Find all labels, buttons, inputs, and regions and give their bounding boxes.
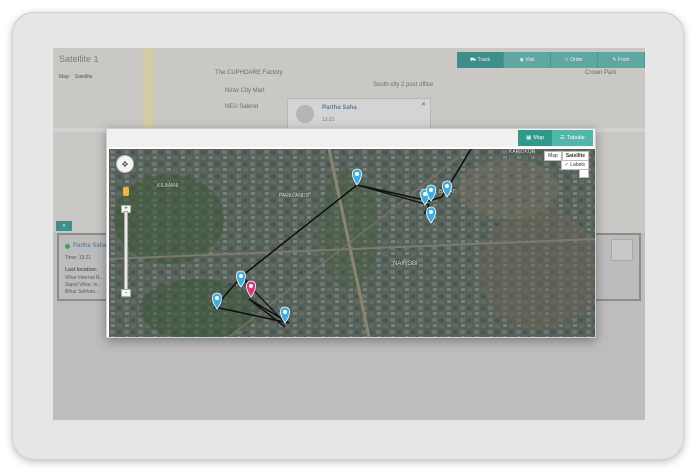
map-type-map-button[interactable]: Map xyxy=(544,151,562,161)
visit-button[interactable]: ◉ Visit xyxy=(504,52,551,68)
time-label: Time: 13:21 xyxy=(65,255,92,261)
address-line: Vihar Internal R... xyxy=(65,275,104,281)
satellite-imagery xyxy=(109,149,595,337)
panel-collapse-tab[interactable]: « xyxy=(56,221,72,231)
map-icon: ▦ xyxy=(526,135,532,141)
zoom-out-button[interactable]: - xyxy=(121,289,131,297)
map-label: Crown Park xyxy=(585,70,617,76)
tab-satellite[interactable]: Satellite xyxy=(75,74,93,80)
order-button[interactable]: ⛌ Order xyxy=(551,52,598,68)
last-location-label: Last location: xyxy=(65,267,98,273)
map-label: KILIMANI xyxy=(157,183,179,189)
street-view-pegman-icon[interactable] xyxy=(123,187,129,196)
avatar xyxy=(611,239,633,261)
bare-land-area xyxy=(459,159,559,219)
employee-name: Partha Saha xyxy=(65,243,106,249)
truck-icon: ⛟ xyxy=(469,56,478,63)
map-label: The CUPHOARE Factory xyxy=(215,70,283,76)
form-button[interactable]: ✎ Form xyxy=(598,52,645,68)
background-map-type-tabs: Map Satellite xyxy=(59,74,93,80)
bare-land-area xyxy=(479,209,595,329)
action-button-bar: ⛟ Track ◉ Visit ⛌ Order ✎ Form xyxy=(457,52,645,68)
map-label: Nirav City Mart xyxy=(225,88,265,94)
popup-time: 13:21 xyxy=(322,117,335,123)
zoom-slider[interactable] xyxy=(124,211,128,291)
map-view-button[interactable]: ▦ Map xyxy=(518,130,553,146)
page-title: Satellite 1 xyxy=(59,54,99,64)
table-icon: ☰ xyxy=(560,135,565,141)
popup-name: Partha Saha xyxy=(322,105,357,111)
address-line: Sapal Vihar, In... xyxy=(65,282,102,288)
route-map-modal: ▦ Map ☰ Tabular KILIMANI KARIOKOR BAHATI… xyxy=(106,128,596,338)
online-status-icon xyxy=(65,243,70,249)
map-label: BAHATI xyxy=(439,189,457,195)
avatar xyxy=(296,105,314,123)
tab-map[interactable]: Map xyxy=(59,74,69,80)
map-info-popup: Partha Saha 13:21 ✕ xyxy=(287,98,431,130)
satellite-map[interactable]: KILIMANI KARIOKOR BAHATI NAIROBI PARKLAN… xyxy=(109,149,595,337)
modal-header: ▦ Map ☰ Tabular xyxy=(107,129,595,147)
green-area xyxy=(319,169,379,289)
track-button[interactable]: ⛟ Track xyxy=(457,52,504,68)
map-label: PARKLANDS xyxy=(279,193,309,199)
map-label: NAIROBI xyxy=(393,261,418,267)
close-icon[interactable]: ✕ xyxy=(421,101,426,108)
view-toggle: ▦ Map ☰ Tabular xyxy=(518,130,593,146)
map-label: South city 2 post office xyxy=(373,82,434,88)
tabular-view-button[interactable]: ☰ Tabular xyxy=(552,130,593,146)
address-line: Bihar Sekhan... xyxy=(65,289,100,295)
rotate-icon[interactable] xyxy=(579,169,589,178)
map-label: NEU Salend xyxy=(225,104,259,110)
map-label: KARIOKOR xyxy=(509,149,536,155)
pan-control-icon[interactable]: ✥ xyxy=(116,155,134,173)
